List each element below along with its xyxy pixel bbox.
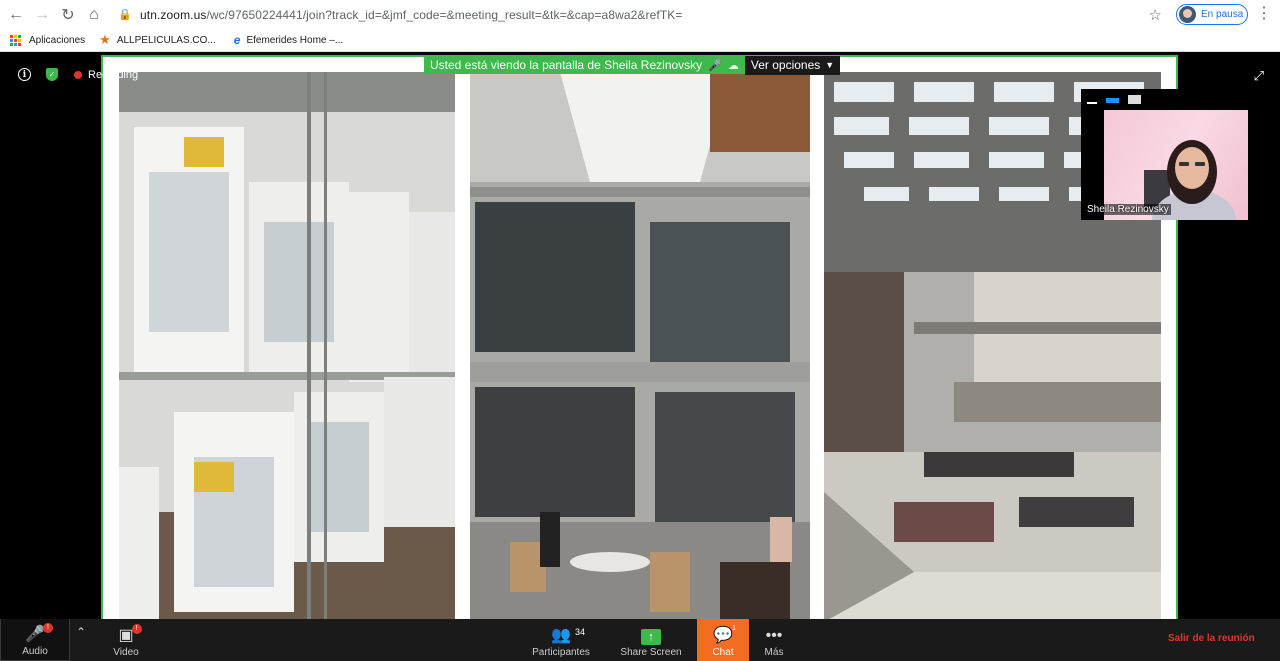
- view-options-button[interactable]: Ver opciones ▼: [744, 55, 841, 75]
- cloud-icon: ☁: [727, 59, 739, 72]
- video-button[interactable]: ▣! Video: [102, 619, 150, 661]
- chat-unread-badge: 1: [732, 625, 736, 632]
- back-arrow-icon[interactable]: ←: [3, 0, 29, 29]
- browser-menu-icon[interactable]: ⋮: [1256, 5, 1272, 23]
- chat-label: Chat: [712, 647, 734, 658]
- chevron-down-icon: ▼: [825, 60, 835, 70]
- security-shield-icon[interactable]: ✓: [46, 68, 58, 81]
- chat-button[interactable]: 💬 1 Chat: [697, 619, 749, 661]
- leave-meeting-button[interactable]: Salir de la reunión: [1168, 633, 1255, 644]
- bookmark-label: Aplicaciones: [29, 34, 86, 46]
- minimize-icon[interactable]: [1087, 101, 1097, 104]
- gallery-view-icon[interactable]: [1128, 95, 1141, 104]
- bookmark-star-icon[interactable]: ☆: [1149, 6, 1162, 24]
- url-path: /wc/97650224441/join?track_id=&jmf_code=…: [206, 7, 683, 22]
- speaker-thumbnail[interactable]: Sheila Rezinovsky: [1081, 89, 1248, 220]
- audio-label: Audio: [22, 646, 48, 657]
- forward-arrow-icon[interactable]: →: [29, 0, 55, 29]
- view-options-label: Ver opciones: [750, 58, 821, 72]
- bookmarks-bar: Aplicaciones ★ ALLPELICULAS.CO... e Efem…: [0, 29, 1280, 52]
- profile-status: En pausa: [1201, 9, 1244, 20]
- video-label: Video: [113, 647, 139, 658]
- participants-label: Participantes: [532, 647, 590, 658]
- microphone-icon: 🎤!: [25, 623, 53, 644]
- profile-button[interactable]: En pausa: [1176, 4, 1248, 25]
- recording-dot-icon: [74, 70, 82, 79]
- audio-button[interactable]: 🎤! Audio: [0, 619, 70, 661]
- bookmark-allpeliculas[interactable]: ★ ALLPELICULAS.CO...: [99, 32, 216, 48]
- share-banner-message: Usted está viendo la pantalla de Sheila …: [430, 58, 703, 72]
- meeting-view: i ✓ Recording Usted está viendo la panta…: [0, 53, 1280, 621]
- bookmark-efemerides[interactable]: e Efemerides Home –...: [234, 33, 343, 47]
- speaker-name: Sheila Rezinovsky: [1085, 204, 1171, 215]
- participants-icon: 👥 34: [551, 627, 585, 645]
- share-banner-text: Usted está viendo la pantalla de Sheila …: [424, 56, 745, 74]
- url-host: utn.zoom.us: [140, 7, 207, 22]
- info-icon[interactable]: i: [18, 68, 31, 81]
- shared-photo-atrium: [470, 72, 810, 621]
- share-screen-icon: ↑: [641, 629, 661, 645]
- more-button[interactable]: ••• Más: [756, 619, 792, 661]
- reload-icon[interactable]: ↻: [55, 0, 81, 29]
- bookmark-label: ALLPELICULAS.CO...: [116, 34, 216, 46]
- meeting-status-icons: i ✓ Recording: [18, 68, 138, 81]
- bookmark-label: Efemerides Home –...: [246, 34, 344, 46]
- profile-avatar: [1179, 6, 1196, 23]
- browser-toolbar: ← → ↻ ⌂ 🔒 utn.zoom.us/wc/97650224441/joi…: [0, 0, 1280, 29]
- participants-button[interactable]: 👥 34 Participantes: [528, 619, 594, 661]
- audio-alert-badge: !: [42, 623, 53, 633]
- share-banner: Usted está viendo la pantalla de Sheila …: [424, 55, 841, 75]
- more-dots-icon: •••: [765, 627, 783, 644]
- home-icon[interactable]: ⌂: [81, 0, 107, 29]
- fullscreen-icon[interactable]: ⤢: [1254, 68, 1264, 84]
- chat-bubble-icon: 💬 1: [713, 625, 736, 645]
- share-screen-label: Share Screen: [620, 647, 682, 658]
- apps-grid-icon: [10, 34, 21, 46]
- star-icon: ★: [99, 32, 111, 47]
- share-screen-button[interactable]: ↑ Share Screen: [620, 619, 682, 661]
- audio-options-caret[interactable]: ⌃: [73, 619, 89, 661]
- lock-icon[interactable]: 🔒: [118, 8, 132, 22]
- more-label: Más: [764, 647, 784, 658]
- bookmark-apps[interactable]: Aplicaciones: [10, 34, 86, 46]
- recording-label: Recording: [88, 68, 139, 81]
- meeting-toolbar: 🎤! Audio ⌃ ▣! Video 👥 34 Participantes ↑ …: [0, 619, 1280, 661]
- participants-count: 34: [574, 627, 585, 637]
- video-camera-icon: ▣!: [118, 624, 142, 645]
- shared-photo-printers: [119, 72, 455, 621]
- shared-screen: [101, 55, 1178, 621]
- video-alert-badge: !: [131, 624, 142, 634]
- speaker-view-icon[interactable]: [1106, 98, 1119, 103]
- address-bar[interactable]: 🔒 utn.zoom.us/wc/97650224441/join?track_…: [112, 3, 1168, 26]
- url-text[interactable]: utn.zoom.us/wc/97650224441/join?track_id…: [140, 8, 682, 22]
- e-logo-icon: e: [233, 33, 241, 47]
- thumbnail-controls: [1081, 89, 1248, 110]
- muted-mic-icon: 🎤: [708, 59, 722, 72]
